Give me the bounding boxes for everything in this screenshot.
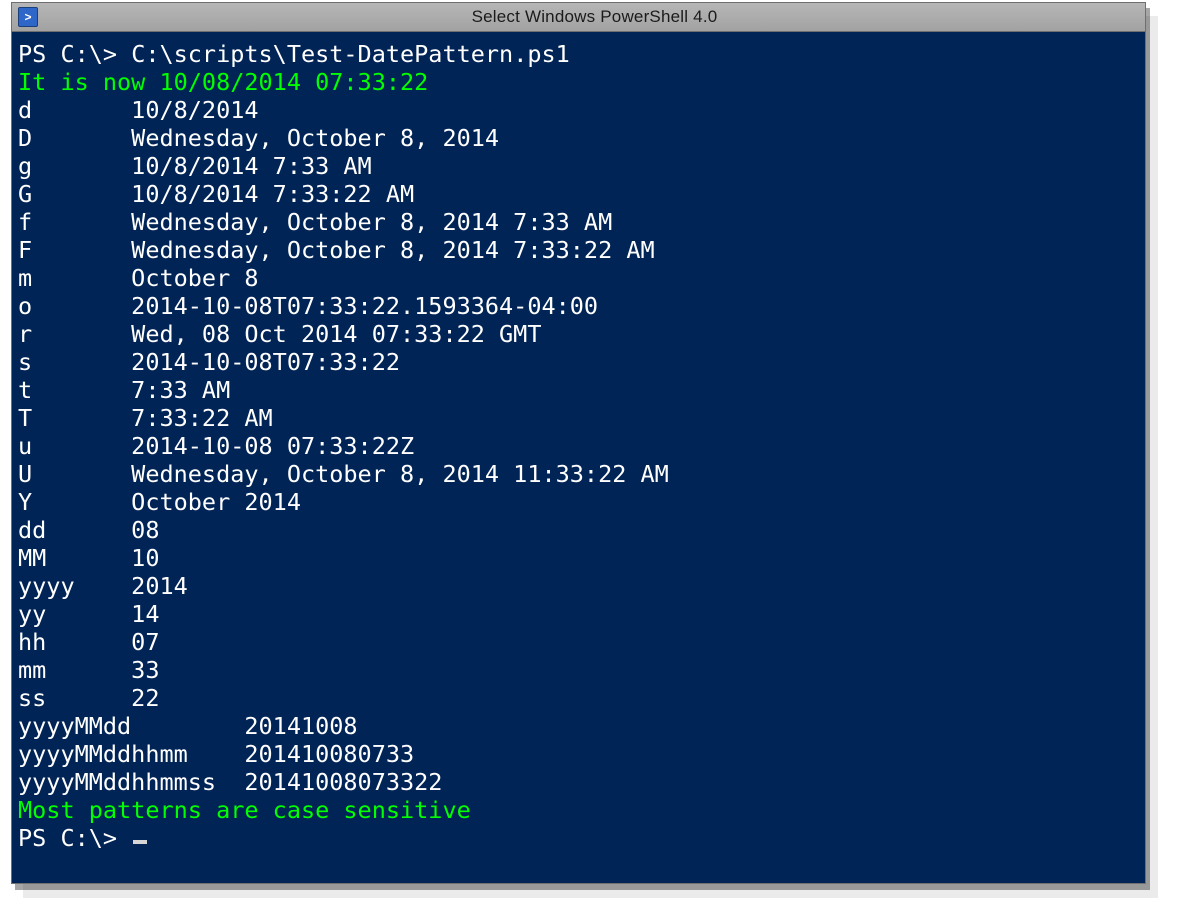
powershell-window: > Select Windows PowerShell 4.0 PS C:\> … bbox=[11, 2, 1146, 884]
pattern-row: ss 22 bbox=[18, 684, 159, 712]
cursor bbox=[133, 840, 147, 844]
pattern-row: d 10/8/2014 bbox=[18, 96, 259, 124]
pattern-row: o 2014-10-08T07:33:22.1593364-04:00 bbox=[18, 292, 598, 320]
pattern-row: Y October 2014 bbox=[18, 488, 301, 516]
pattern-row: G 10/8/2014 7:33:22 AM bbox=[18, 180, 414, 208]
pattern-row: g 10/8/2014 7:33 AM bbox=[18, 152, 372, 180]
pattern-row: m October 8 bbox=[18, 264, 259, 292]
pattern-row: yyyyMMddhhmm 201410080733 bbox=[18, 740, 414, 768]
pattern-row: mm 33 bbox=[18, 656, 159, 684]
window-title: Select Windows PowerShell 4.0 bbox=[44, 3, 1145, 31]
pattern-row: yyyyMMddhhmmss 20141008073322 bbox=[18, 768, 442, 796]
prompt[interactable]: PS C:\> bbox=[18, 824, 131, 852]
pattern-row: F Wednesday, October 8, 2014 7:33:22 AM bbox=[18, 236, 655, 264]
prompt: PS C:\> bbox=[18, 40, 131, 68]
pattern-row: t 7:33 AM bbox=[18, 376, 230, 404]
console-output[interactable]: PS C:\> C:\scripts\Test-DatePattern.ps1 … bbox=[12, 32, 1145, 883]
pattern-row: dd 08 bbox=[18, 516, 159, 544]
powershell-icon[interactable]: > bbox=[18, 7, 38, 27]
pattern-row: yyyy 2014 bbox=[18, 572, 188, 600]
pattern-row: hh 07 bbox=[18, 628, 159, 656]
pattern-row: D Wednesday, October 8, 2014 bbox=[18, 124, 499, 152]
pattern-row: u 2014-10-08 07:33:22Z bbox=[18, 432, 414, 460]
pattern-row: yy 14 bbox=[18, 600, 159, 628]
footer-note: Most patterns are case sensitive bbox=[18, 796, 471, 824]
pattern-row: f Wednesday, October 8, 2014 7:33 AM bbox=[18, 208, 612, 236]
pattern-row: T 7:33:22 AM bbox=[18, 404, 273, 432]
pattern-row: MM 10 bbox=[18, 544, 159, 572]
pattern-row: s 2014-10-08T07:33:22 bbox=[18, 348, 400, 376]
pattern-row: yyyyMMdd 20141008 bbox=[18, 712, 358, 740]
title-bar[interactable]: > Select Windows PowerShell 4.0 bbox=[12, 3, 1145, 32]
pattern-row: r Wed, 08 Oct 2014 07:33:22 GMT bbox=[18, 320, 541, 348]
command-text: C:\scripts\Test-DatePattern.ps1 bbox=[131, 40, 570, 68]
status-line: It is now 10/08/2014 07:33:22 bbox=[18, 68, 428, 96]
pattern-row: U Wednesday, October 8, 2014 11:33:22 AM bbox=[18, 460, 669, 488]
